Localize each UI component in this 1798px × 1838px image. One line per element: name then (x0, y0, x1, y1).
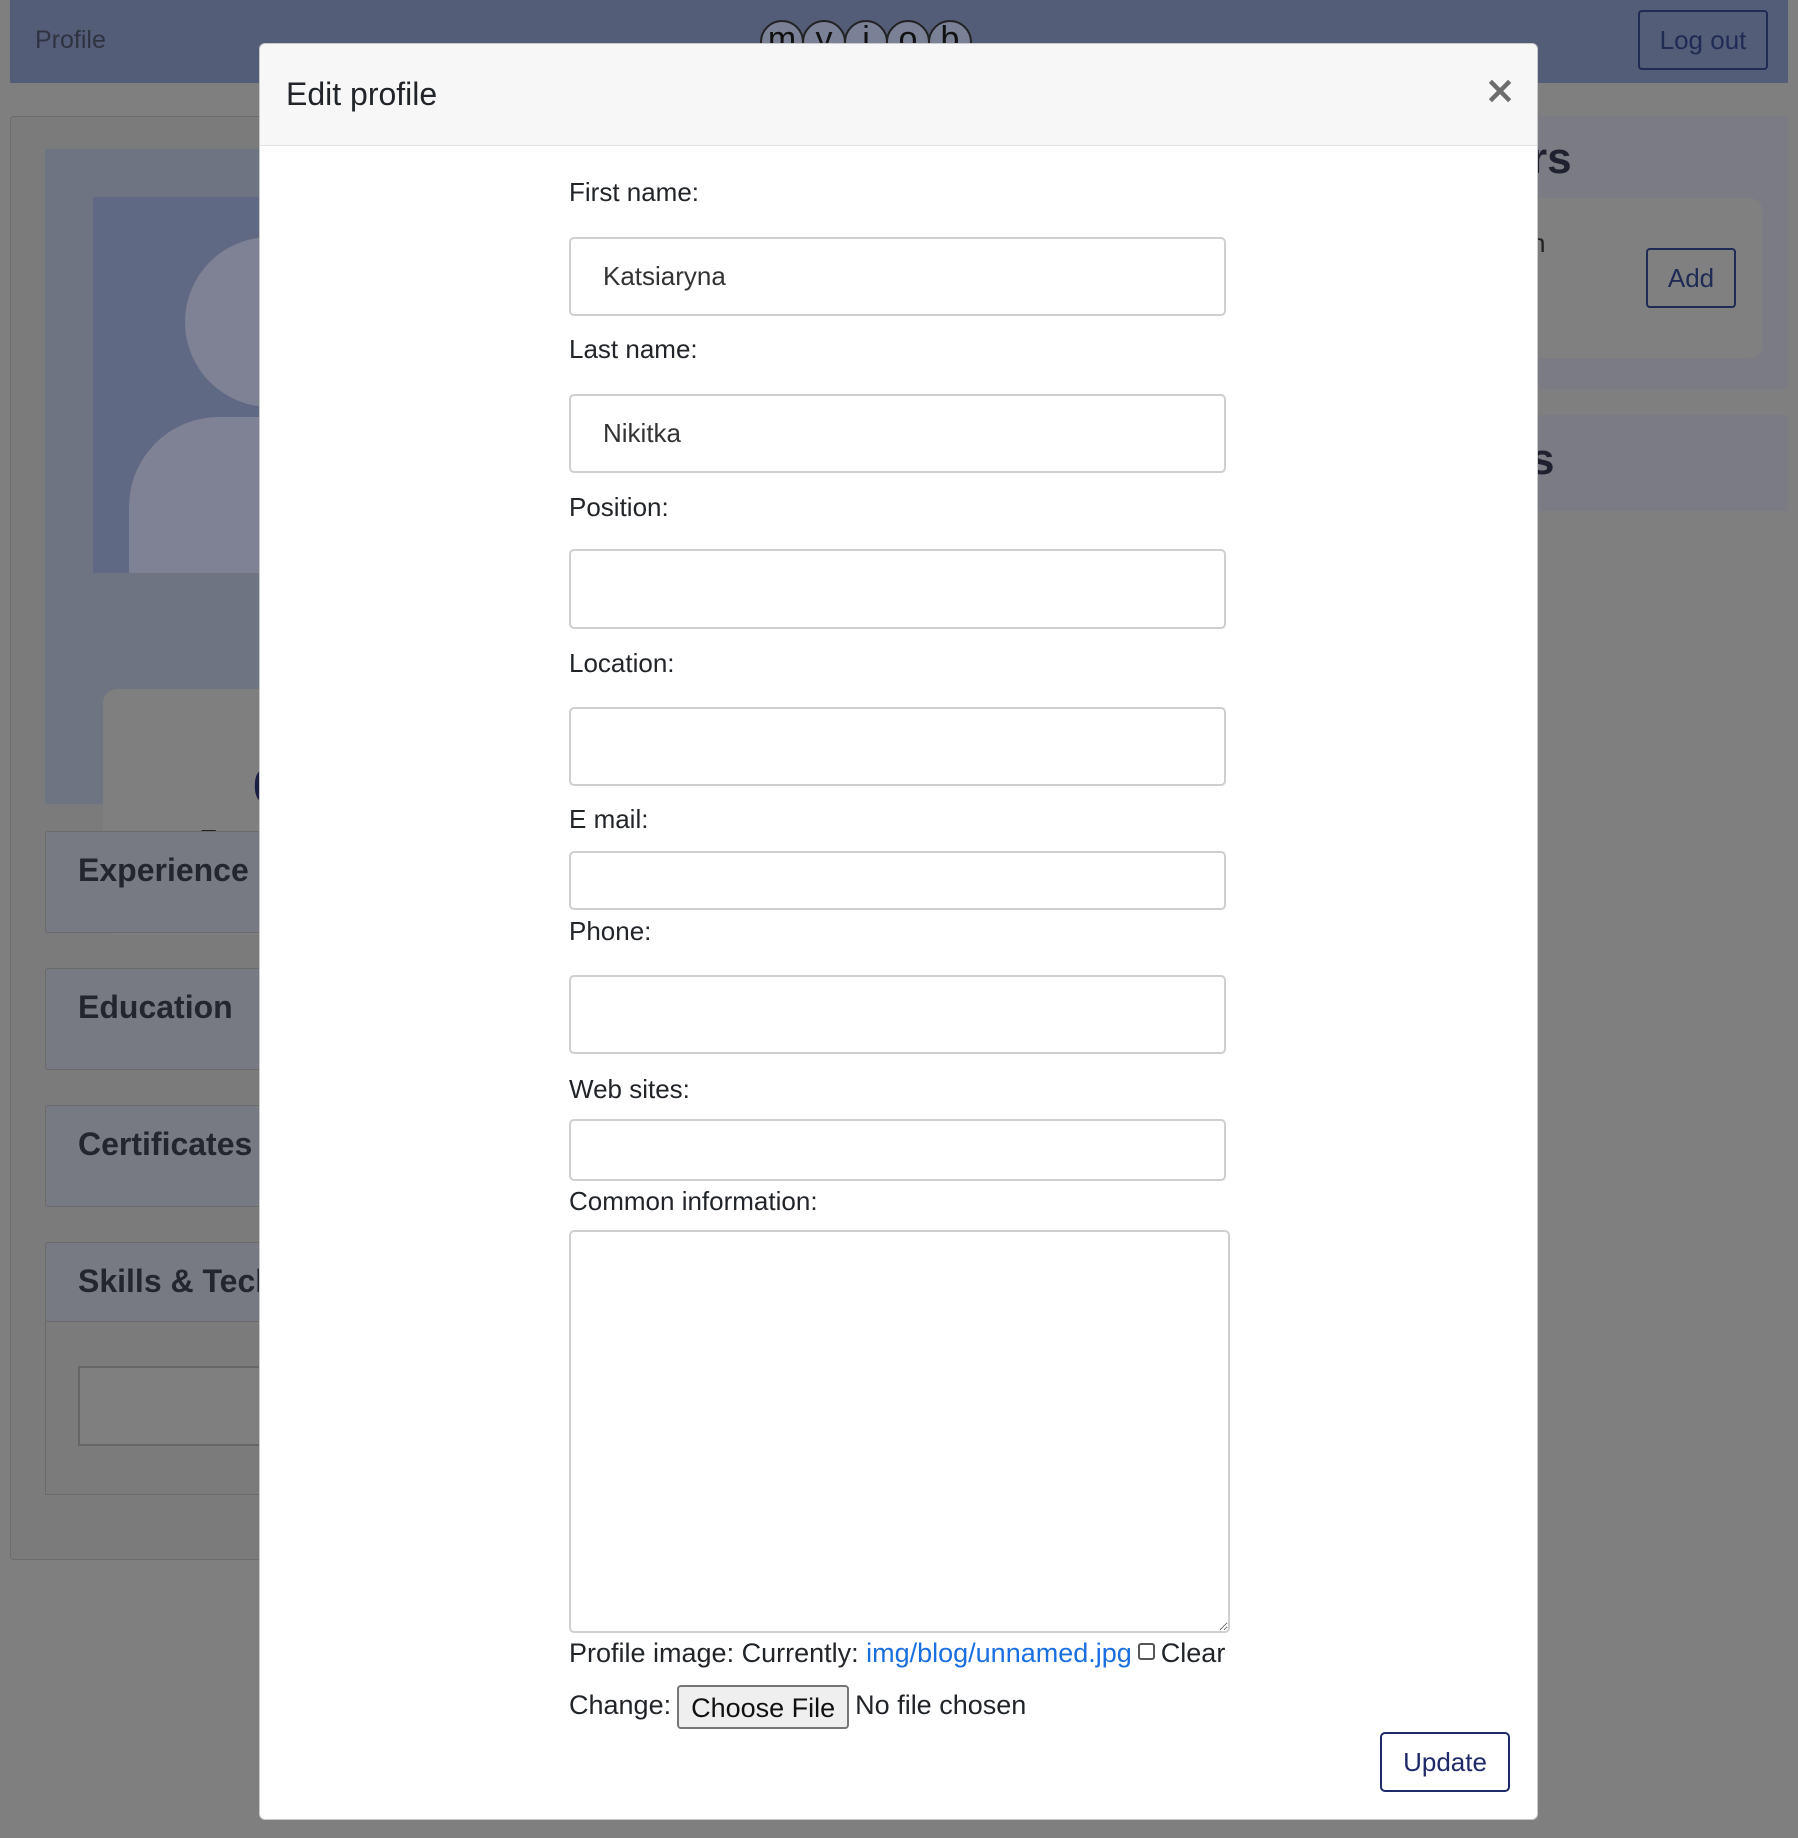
email-input[interactable] (569, 851, 1226, 910)
position-label: Position: (569, 492, 669, 522)
update-button[interactable]: Update (1380, 1732, 1510, 1792)
change-image-row: Change: Choose File No file chosen (569, 1685, 1026, 1729)
websites-input[interactable] (569, 1119, 1226, 1181)
modal-title: Edit profile (286, 76, 438, 112)
common-info-textarea[interactable] (569, 1230, 1230, 1633)
close-icon[interactable]: × (1480, 70, 1520, 110)
phone-label: Phone: (569, 916, 652, 946)
location-input[interactable] (569, 707, 1226, 786)
no-file-text: No file chosen (855, 1690, 1027, 1721)
avatar-body-shape (129, 417, 273, 573)
section-title-education: Education (78, 989, 233, 1025)
common-info-label: Common information: (569, 1186, 818, 1216)
avatar-container: 0 Experien (45, 149, 403, 935)
email-label: E mail: (569, 804, 649, 834)
last-name-label: Last name: (569, 334, 698, 364)
profile-image-row: Profile image: Currently: img/blog/unnam… (569, 1638, 1225, 1669)
current-image-link[interactable]: img/blog/unnamed.jpg (866, 1638, 1132, 1668)
add-button[interactable]: Add (1646, 248, 1736, 308)
nav-brand[interactable]: Profile (35, 26, 106, 55)
avatar-placeholder-icon (93, 197, 273, 573)
right-panel-card: n Add (1530, 198, 1762, 358)
location-label: Location: (569, 648, 675, 678)
right-panel-2: s (1530, 415, 1788, 511)
choose-file-button[interactable]: Choose File (677, 1685, 850, 1729)
last-name-input[interactable] (569, 394, 1226, 473)
edit-profile-modal: Edit profile × First name: Last name: Po… (259, 43, 1538, 1820)
first-name-label: First name: (569, 177, 700, 207)
modal-header: Edit profile × (260, 44, 1537, 146)
websites-label: Web sites: (569, 1074, 690, 1104)
change-label: Change: (569, 1690, 672, 1721)
section-title-skills: Skills & Tech (78, 1263, 275, 1299)
profile-image-label: Profile image: Currently: (569, 1638, 867, 1668)
section-title-experience: Experience (78, 852, 249, 888)
position-input[interactable] (569, 549, 1226, 629)
phone-input[interactable] (569, 975, 1226, 1054)
logout-button[interactable]: Log out (1638, 10, 1768, 70)
right-panel: rs n Add (1530, 116, 1788, 389)
clear-label[interactable]: Clear (1161, 1638, 1226, 1668)
section-title-certificates: Certificates (78, 1126, 253, 1162)
checkbox-icon[interactable] (1137, 1643, 1155, 1661)
first-name-input[interactable] (569, 237, 1226, 316)
